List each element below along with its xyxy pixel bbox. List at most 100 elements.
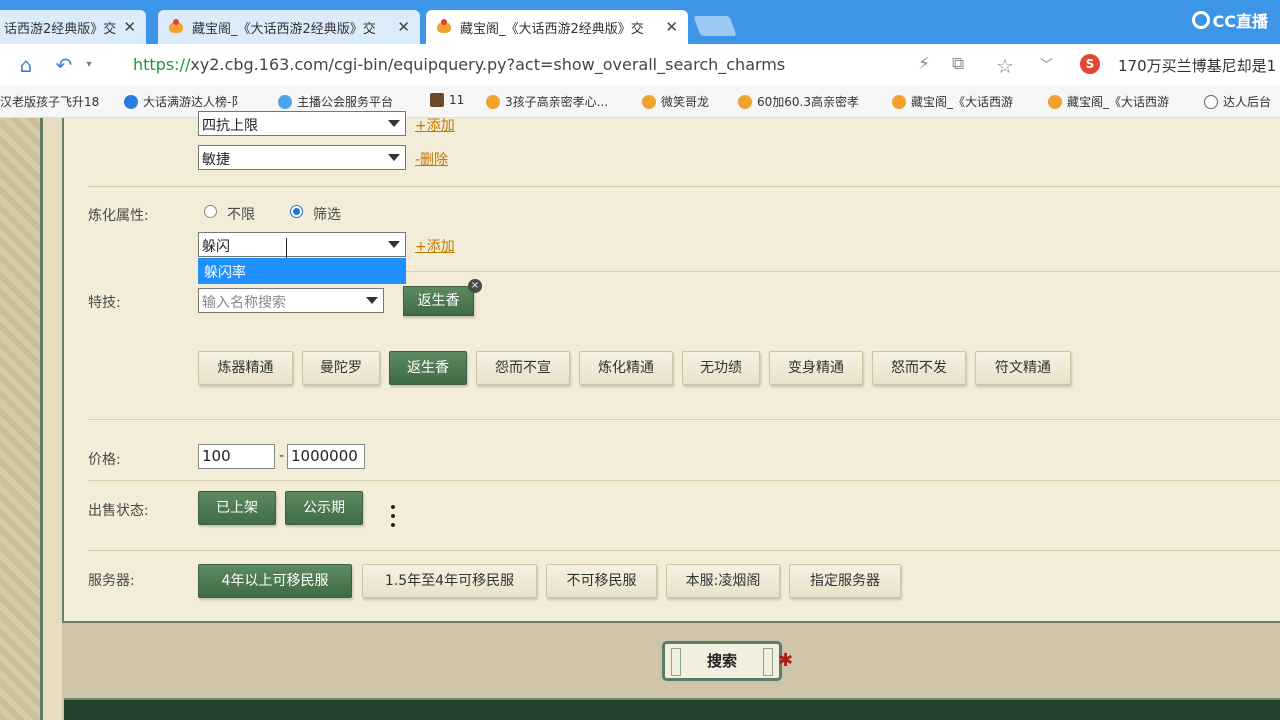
radio-filter-label: 筛选 — [313, 207, 341, 223]
attr-select-1[interactable]: 四抗上限 — [198, 111, 406, 136]
bookmark-label: 藏宝阁_《大话西游 — [1067, 95, 1170, 109]
cangbaoge-favicon-icon — [738, 94, 752, 109]
add-refine-link[interactable]: +添加 — [415, 236, 455, 256]
more-options-icon[interactable] — [391, 505, 397, 532]
bookmark-label: 11 — [449, 93, 465, 107]
star-icon[interactable]: ☆ — [996, 54, 1014, 78]
bookmark-item[interactable]: 主播公会服务平台 — [278, 93, 393, 110]
selected-skill-tag[interactable]: 返生香 — [403, 286, 474, 316]
bookmark-label: 主播公会服务平台 — [297, 95, 394, 109]
skill-placeholder: 输入名称搜索 — [202, 295, 286, 311]
server-option[interactable]: 不可移民服 — [546, 564, 657, 598]
lightning-icon[interactable]: ⚡ — [918, 54, 930, 74]
sparkle-icon: ✱ — [778, 650, 794, 671]
chevron-down-icon[interactable]: ﹀ — [1040, 54, 1053, 73]
bookmark-label: 60加60.3高亲密孝 — [757, 95, 859, 109]
text-cursor-icon — [286, 238, 292, 258]
chevron-down-icon — [388, 154, 400, 161]
chevron-down-icon[interactable]: ▾ — [78, 54, 100, 76]
url-path: xy2.cbg.163.com/cgi-bin/equipquery.py?ac… — [190, 55, 786, 74]
attr-value: 敏捷 — [202, 152, 230, 168]
divider — [406, 271, 1280, 272]
share-icon[interactable]: ⧉ — [952, 54, 964, 74]
remove-skill-icon[interactable]: × — [468, 279, 482, 293]
close-icon[interactable]: ✕ — [397, 18, 410, 36]
price-max-input[interactable]: 1000000 — [287, 444, 365, 469]
divider — [88, 550, 1280, 551]
skill-option[interactable]: 无功绩 — [682, 351, 760, 385]
skill-option[interactable]: 符文精通 — [975, 351, 1071, 385]
bookmark-label: 微笑哥龙 — [661, 95, 710, 109]
cangbaoge-favicon-icon — [168, 19, 184, 35]
radio-filter[interactable] — [290, 205, 303, 218]
bookmark-item[interactable]: 60加60.3高亲密孝 — [738, 93, 859, 110]
server-option[interactable]: 本服:凌烟阁 — [666, 564, 780, 598]
bookmark-item[interactable]: 达人后台 — [1204, 93, 1271, 110]
delete-attr-link[interactable]: -删除 — [415, 149, 448, 169]
sogou-icon[interactable]: S — [1080, 54, 1100, 74]
refine-label: 炼化属性: — [88, 208, 149, 224]
bookmark-item[interactable]: 汉老版孩子飞升18 — [0, 93, 99, 110]
undo-icon[interactable]: ↶ — [53, 54, 75, 76]
radio-any[interactable] — [204, 205, 217, 218]
divider — [88, 186, 1280, 187]
bookmark-item[interactable]: 大话满游达人榜-阝 — [124, 93, 243, 110]
skill-option[interactable]: 变身精通 — [769, 351, 863, 385]
tab-label: 藏宝阁_《大话西游2经典版》交 — [192, 21, 376, 37]
bookmark-item[interactable]: 3孩子高亲密孝心... — [486, 93, 608, 110]
new-tab-button[interactable] — [693, 16, 737, 36]
skill-option-active[interactable]: 返生香 — [389, 351, 467, 385]
tab-label: 话西游2经典版》交 — [4, 21, 117, 37]
refine-input[interactable]: 躲闪 — [198, 232, 406, 257]
home-icon[interactable]: ⌂ — [15, 54, 37, 76]
decorative-border — [0, 118, 40, 720]
bookmark-item[interactable]: 11 — [430, 93, 464, 107]
dropdown-option-highlighted[interactable]: 躲闪率 — [198, 258, 406, 284]
bookmark-item[interactable]: 微笑哥龙 — [642, 93, 709, 110]
tab-1[interactable]: 话西游2经典版》交 ✕ — [0, 10, 146, 44]
tab-3-active[interactable]: 藏宝阁_《大话西游2经典版》交 ✕ — [426, 10, 688, 44]
server-option[interactable]: 1.5年至4年可移民服 — [362, 564, 537, 598]
cangbaoge-favicon-icon — [436, 19, 452, 35]
skill-search-input[interactable]: 输入名称搜索 — [198, 288, 384, 313]
skill-option[interactable]: 曼陀罗 — [302, 351, 380, 385]
browser-tab-bar: 话西游2经典版》交 ✕ 藏宝阁_《大话西游2经典版》交 ✕ 藏宝阁_《大话西游2… — [0, 0, 1280, 44]
globe-icon — [1204, 94, 1218, 109]
skill-option[interactable]: 炼器精通 — [198, 351, 293, 385]
add-attr-link[interactable]: +添加 — [415, 115, 455, 135]
bookmark-item[interactable]: 藏宝阁_《大话西游 — [1048, 93, 1169, 110]
divider — [88, 419, 1280, 420]
news-headline[interactable]: 170万买兰博基尼却是1 — [1118, 55, 1276, 76]
price-min-input[interactable]: 100 — [198, 444, 275, 469]
sale-status-label: 出售状态: — [88, 503, 149, 519]
refine-value: 躲闪 — [202, 239, 230, 255]
attr-select-2[interactable]: 敏捷 — [198, 145, 406, 170]
chevron-down-icon — [388, 120, 400, 127]
sale-status-public-button[interactable]: 公示期 — [285, 491, 363, 525]
bookmark-item[interactable]: 藏宝阁_《大话西游 — [892, 93, 1013, 110]
skill-option[interactable]: 炼化精通 — [579, 351, 673, 385]
cc-live-logo: CC直播 — [1191, 8, 1268, 32]
close-icon[interactable]: ✕ — [123, 18, 136, 36]
bookmark-label: 汉老版孩子飞升18 — [0, 95, 100, 109]
address-bar: ⌂ ↶ ▾ https://xy2.cbg.163.com/cgi-bin/eq… — [0, 44, 1280, 86]
server-option-active[interactable]: 4年以上可移民服 — [198, 564, 352, 598]
sale-status-listed-button[interactable]: 已上架 — [198, 491, 276, 525]
search-button[interactable]: 搜索 — [662, 641, 782, 681]
cc-logo-icon — [1191, 11, 1210, 29]
price-separator: - — [279, 448, 285, 464]
cangbaoge-favicon-icon — [486, 94, 500, 109]
chevron-down-icon — [366, 297, 378, 304]
bookmark-label: 大话满游达人榜-阝 — [143, 95, 244, 109]
price-label: 价格: — [88, 452, 121, 468]
skill-option[interactable]: 怒而不发 — [872, 351, 966, 385]
ie-icon — [124, 94, 138, 109]
bookmark-label: 3孩子高亲密孝心... — [505, 95, 609, 109]
bookmark-label: 藏宝阁_《大话西游 — [911, 95, 1014, 109]
server-label: 服务器: — [88, 573, 135, 589]
skill-option[interactable]: 怨而不宣 — [476, 351, 570, 385]
tab-2[interactable]: 藏宝阁_《大话西游2经典版》交 ✕ — [158, 10, 420, 44]
server-option[interactable]: 指定服务器 — [789, 564, 901, 598]
close-icon[interactable]: ✕ — [665, 18, 678, 36]
url-field[interactable]: https://xy2.cbg.163.com/cgi-bin/equipque… — [133, 55, 785, 74]
